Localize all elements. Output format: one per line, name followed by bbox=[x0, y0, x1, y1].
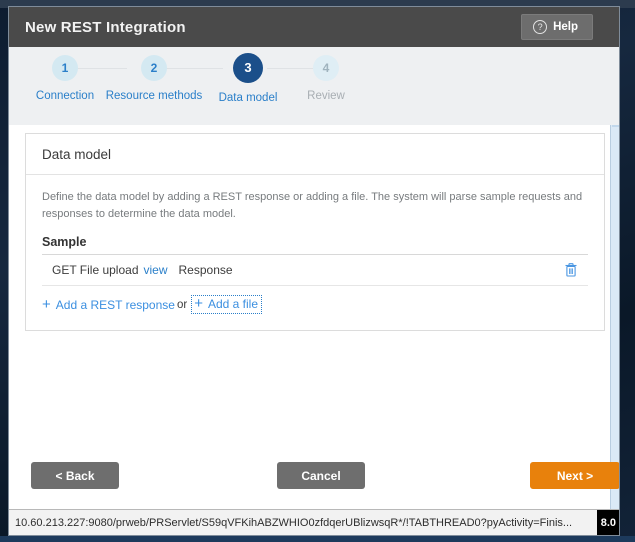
step-label-data-model: Data model bbox=[218, 92, 278, 104]
step-number-3: 3 bbox=[233, 53, 263, 83]
wizard-footer: < Back Cancel Next > bbox=[9, 454, 619, 508]
add-file-link[interactable]: + Add a file bbox=[191, 295, 262, 314]
wizard-steps-bar: 1 Connection 2 Resource methods 3 Data m… bbox=[9, 47, 619, 125]
zoom-level-badge: 8.0 bbox=[596, 510, 619, 535]
desktop-background: New REST Integration ? Help 1 Connection… bbox=[0, 0, 635, 542]
next-button[interactable]: Next > bbox=[530, 462, 619, 489]
plus-icon: + bbox=[194, 295, 203, 312]
cancel-button[interactable]: Cancel bbox=[277, 462, 365, 489]
help-button-label: Help bbox=[553, 21, 578, 33]
trash-icon[interactable] bbox=[564, 262, 578, 278]
step-label-connection: Connection bbox=[35, 90, 95, 102]
back-button[interactable]: < Back bbox=[31, 462, 119, 489]
integration-wizard-window: New REST Integration ? Help 1 Connection… bbox=[8, 6, 620, 536]
sample-type-label: Response bbox=[178, 263, 233, 277]
desktop-bottom-strip bbox=[0, 536, 635, 542]
sample-row-text: GET File upload view Response bbox=[52, 263, 233, 277]
add-rest-response-label: Add a REST response bbox=[55, 297, 175, 312]
step-number-4: 4 bbox=[313, 55, 339, 81]
sample-section-heading: Sample bbox=[42, 235, 588, 255]
table-row: GET File upload view Response bbox=[42, 255, 588, 286]
wizard-step-resource-methods[interactable]: 2 Resource methods bbox=[103, 55, 205, 104]
status-bar: 10.60.213.227:9080/prweb/PRServlet/S59qV… bbox=[9, 509, 619, 535]
wizard-step-connection[interactable]: 1 Connection bbox=[27, 55, 103, 104]
card-body: Define the data model by adding a REST r… bbox=[26, 175, 604, 330]
plus-icon: + bbox=[42, 295, 51, 313]
card-header: Data model bbox=[26, 134, 604, 175]
step-number-2: 2 bbox=[141, 55, 167, 81]
question-circle-icon: ? bbox=[533, 20, 548, 34]
data-model-card: Data model Define the data model by addi… bbox=[25, 133, 605, 331]
add-file-label: Add a file bbox=[207, 297, 258, 311]
or-label: or bbox=[176, 298, 188, 311]
view-link[interactable]: view bbox=[144, 263, 168, 277]
window-header: New REST Integration ? Help bbox=[9, 7, 619, 47]
sample-method-name: GET File upload bbox=[52, 263, 139, 277]
card-description: Define the data model by adding a REST r… bbox=[42, 191, 583, 220]
step-label-review: Review bbox=[307, 90, 345, 102]
wizard-step-data-model[interactable]: 3 Data model bbox=[205, 53, 291, 104]
page-title: New REST Integration bbox=[25, 18, 186, 36]
add-rest-response-link[interactable]: + Add a REST response bbox=[42, 295, 175, 313]
help-button[interactable]: ? Help bbox=[521, 14, 593, 40]
status-url-text: 10.60.213.227:9080/prweb/PRServlet/S59qV… bbox=[15, 516, 573, 529]
add-actions-row: + Add a REST response or + Add a file bbox=[42, 295, 588, 314]
card-title: Data model bbox=[42, 147, 112, 162]
wizard-step-review: 4 Review bbox=[291, 55, 361, 104]
step-number-1: 1 bbox=[52, 55, 78, 81]
step-label-resource-methods: Resource methods bbox=[105, 90, 203, 102]
